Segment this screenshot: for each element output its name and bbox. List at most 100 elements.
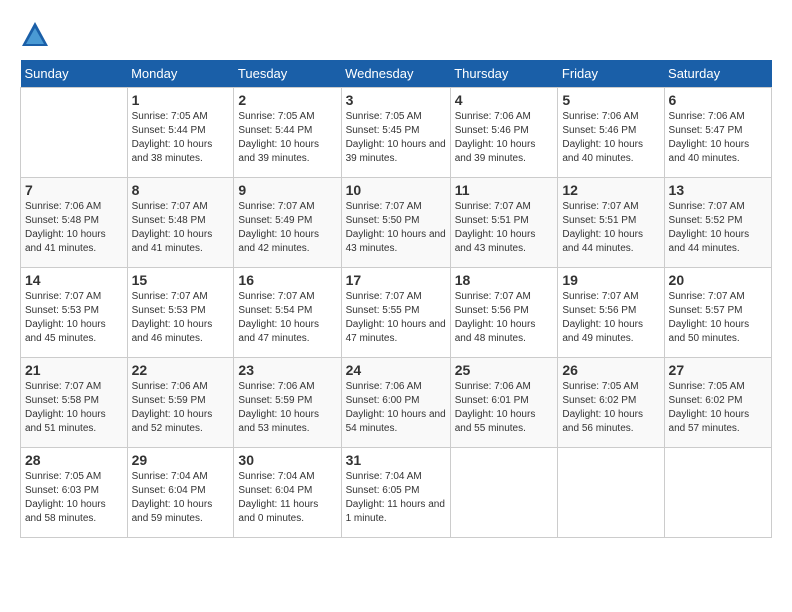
calendar-cell: 17 Sunrise: 7:07 AM Sunset: 5:55 PM Dayl… xyxy=(341,268,450,358)
day-info: Sunrise: 7:06 AM Sunset: 6:00 PM Dayligh… xyxy=(346,380,446,436)
day-info: Sunrise: 7:04 AM Sunset: 6:05 PM Dayligh… xyxy=(346,470,446,526)
day-info: Sunrise: 7:06 AM Sunset: 5:48 PM Dayligh… xyxy=(25,200,123,256)
day-number: 17 xyxy=(346,272,446,288)
day-info: Sunrise: 7:06 AM Sunset: 6:01 PM Dayligh… xyxy=(455,380,554,436)
calendar-cell: 25 Sunrise: 7:06 AM Sunset: 6:01 PM Dayl… xyxy=(450,358,558,448)
calendar-header-wednesday: Wednesday xyxy=(341,60,450,88)
day-number: 24 xyxy=(346,362,446,378)
calendar-cell: 21 Sunrise: 7:07 AM Sunset: 5:58 PM Dayl… xyxy=(21,358,128,448)
day-info: Sunrise: 7:05 AM Sunset: 6:02 PM Dayligh… xyxy=(562,380,659,436)
calendar-week-2: 7 Sunrise: 7:06 AM Sunset: 5:48 PM Dayli… xyxy=(21,178,772,268)
logo-icon xyxy=(20,20,50,50)
calendar-cell: 1 Sunrise: 7:05 AM Sunset: 5:44 PM Dayli… xyxy=(127,88,234,178)
calendar-cell: 16 Sunrise: 7:07 AM Sunset: 5:54 PM Dayl… xyxy=(234,268,341,358)
day-number: 5 xyxy=(562,92,659,108)
day-info: Sunrise: 7:07 AM Sunset: 5:56 PM Dayligh… xyxy=(562,290,659,346)
day-info: Sunrise: 7:07 AM Sunset: 5:49 PM Dayligh… xyxy=(238,200,336,256)
calendar-cell: 3 Sunrise: 7:05 AM Sunset: 5:45 PM Dayli… xyxy=(341,88,450,178)
day-number: 19 xyxy=(562,272,659,288)
day-number: 8 xyxy=(132,182,230,198)
calendar-cell: 20 Sunrise: 7:07 AM Sunset: 5:57 PM Dayl… xyxy=(664,268,771,358)
day-number: 13 xyxy=(669,182,767,198)
calendar-cell: 7 Sunrise: 7:06 AM Sunset: 5:48 PM Dayli… xyxy=(21,178,128,268)
day-number: 21 xyxy=(25,362,123,378)
calendar-header-monday: Monday xyxy=(127,60,234,88)
day-number: 1 xyxy=(132,92,230,108)
day-number: 29 xyxy=(132,452,230,468)
day-info: Sunrise: 7:05 AM Sunset: 5:45 PM Dayligh… xyxy=(346,110,446,166)
day-info: Sunrise: 7:04 AM Sunset: 6:04 PM Dayligh… xyxy=(132,470,230,526)
day-info: Sunrise: 7:07 AM Sunset: 5:48 PM Dayligh… xyxy=(132,200,230,256)
calendar-cell: 24 Sunrise: 7:06 AM Sunset: 6:00 PM Dayl… xyxy=(341,358,450,448)
calendar-cell: 12 Sunrise: 7:07 AM Sunset: 5:51 PM Dayl… xyxy=(558,178,664,268)
day-number: 14 xyxy=(25,272,123,288)
day-info: Sunrise: 7:07 AM Sunset: 5:58 PM Dayligh… xyxy=(25,380,123,436)
calendar-cell xyxy=(450,448,558,538)
day-info: Sunrise: 7:07 AM Sunset: 5:56 PM Dayligh… xyxy=(455,290,554,346)
day-number: 28 xyxy=(25,452,123,468)
calendar-header-sunday: Sunday xyxy=(21,60,128,88)
day-info: Sunrise: 7:06 AM Sunset: 5:59 PM Dayligh… xyxy=(132,380,230,436)
calendar-cell: 22 Sunrise: 7:06 AM Sunset: 5:59 PM Dayl… xyxy=(127,358,234,448)
day-info: Sunrise: 7:07 AM Sunset: 5:53 PM Dayligh… xyxy=(25,290,123,346)
day-info: Sunrise: 7:07 AM Sunset: 5:57 PM Dayligh… xyxy=(669,290,767,346)
calendar-table: SundayMondayTuesdayWednesdayThursdayFrid… xyxy=(20,60,772,538)
day-number: 30 xyxy=(238,452,336,468)
calendar-header-thursday: Thursday xyxy=(450,60,558,88)
day-info: Sunrise: 7:07 AM Sunset: 5:52 PM Dayligh… xyxy=(669,200,767,256)
calendar-week-3: 14 Sunrise: 7:07 AM Sunset: 5:53 PM Dayl… xyxy=(21,268,772,358)
day-number: 7 xyxy=(25,182,123,198)
calendar-header-row: SundayMondayTuesdayWednesdayThursdayFrid… xyxy=(21,60,772,88)
calendar-cell: 6 Sunrise: 7:06 AM Sunset: 5:47 PM Dayli… xyxy=(664,88,771,178)
calendar-cell: 15 Sunrise: 7:07 AM Sunset: 5:53 PM Dayl… xyxy=(127,268,234,358)
day-info: Sunrise: 7:06 AM Sunset: 5:59 PM Dayligh… xyxy=(238,380,336,436)
day-info: Sunrise: 7:05 AM Sunset: 5:44 PM Dayligh… xyxy=(238,110,336,166)
day-number: 15 xyxy=(132,272,230,288)
day-number: 25 xyxy=(455,362,554,378)
calendar-cell: 13 Sunrise: 7:07 AM Sunset: 5:52 PM Dayl… xyxy=(664,178,771,268)
day-info: Sunrise: 7:05 AM Sunset: 6:03 PM Dayligh… xyxy=(25,470,123,526)
calendar-header-friday: Friday xyxy=(558,60,664,88)
day-number: 26 xyxy=(562,362,659,378)
day-info: Sunrise: 7:07 AM Sunset: 5:51 PM Dayligh… xyxy=(455,200,554,256)
calendar-cell: 26 Sunrise: 7:05 AM Sunset: 6:02 PM Dayl… xyxy=(558,358,664,448)
day-number: 20 xyxy=(669,272,767,288)
day-number: 9 xyxy=(238,182,336,198)
calendar-cell: 31 Sunrise: 7:04 AM Sunset: 6:05 PM Dayl… xyxy=(341,448,450,538)
day-info: Sunrise: 7:06 AM Sunset: 5:46 PM Dayligh… xyxy=(455,110,554,166)
day-number: 3 xyxy=(346,92,446,108)
day-number: 16 xyxy=(238,272,336,288)
day-number: 18 xyxy=(455,272,554,288)
day-info: Sunrise: 7:07 AM Sunset: 5:55 PM Dayligh… xyxy=(346,290,446,346)
calendar-cell: 8 Sunrise: 7:07 AM Sunset: 5:48 PM Dayli… xyxy=(127,178,234,268)
calendar-cell xyxy=(558,448,664,538)
day-info: Sunrise: 7:04 AM Sunset: 6:04 PM Dayligh… xyxy=(238,470,336,526)
calendar-cell: 9 Sunrise: 7:07 AM Sunset: 5:49 PM Dayli… xyxy=(234,178,341,268)
day-info: Sunrise: 7:06 AM Sunset: 5:46 PM Dayligh… xyxy=(562,110,659,166)
day-number: 10 xyxy=(346,182,446,198)
calendar-cell: 2 Sunrise: 7:05 AM Sunset: 5:44 PM Dayli… xyxy=(234,88,341,178)
day-number: 4 xyxy=(455,92,554,108)
day-info: Sunrise: 7:07 AM Sunset: 5:51 PM Dayligh… xyxy=(562,200,659,256)
day-number: 27 xyxy=(669,362,767,378)
day-number: 12 xyxy=(562,182,659,198)
day-number: 31 xyxy=(346,452,446,468)
day-info: Sunrise: 7:05 AM Sunset: 5:44 PM Dayligh… xyxy=(132,110,230,166)
day-info: Sunrise: 7:07 AM Sunset: 5:54 PM Dayligh… xyxy=(238,290,336,346)
calendar-cell: 23 Sunrise: 7:06 AM Sunset: 5:59 PM Dayl… xyxy=(234,358,341,448)
logo xyxy=(20,20,54,50)
calendar-cell: 10 Sunrise: 7:07 AM Sunset: 5:50 PM Dayl… xyxy=(341,178,450,268)
calendar-cell xyxy=(21,88,128,178)
calendar-cell: 4 Sunrise: 7:06 AM Sunset: 5:46 PM Dayli… xyxy=(450,88,558,178)
calendar-cell: 27 Sunrise: 7:05 AM Sunset: 6:02 PM Dayl… xyxy=(664,358,771,448)
day-info: Sunrise: 7:07 AM Sunset: 5:53 PM Dayligh… xyxy=(132,290,230,346)
calendar-cell: 11 Sunrise: 7:07 AM Sunset: 5:51 PM Dayl… xyxy=(450,178,558,268)
calendar-cell: 30 Sunrise: 7:04 AM Sunset: 6:04 PM Dayl… xyxy=(234,448,341,538)
day-info: Sunrise: 7:06 AM Sunset: 5:47 PM Dayligh… xyxy=(669,110,767,166)
calendar-header-saturday: Saturday xyxy=(664,60,771,88)
calendar-cell: 18 Sunrise: 7:07 AM Sunset: 5:56 PM Dayl… xyxy=(450,268,558,358)
day-number: 11 xyxy=(455,182,554,198)
day-number: 23 xyxy=(238,362,336,378)
calendar-week-4: 21 Sunrise: 7:07 AM Sunset: 5:58 PM Dayl… xyxy=(21,358,772,448)
calendar-week-5: 28 Sunrise: 7:05 AM Sunset: 6:03 PM Dayl… xyxy=(21,448,772,538)
